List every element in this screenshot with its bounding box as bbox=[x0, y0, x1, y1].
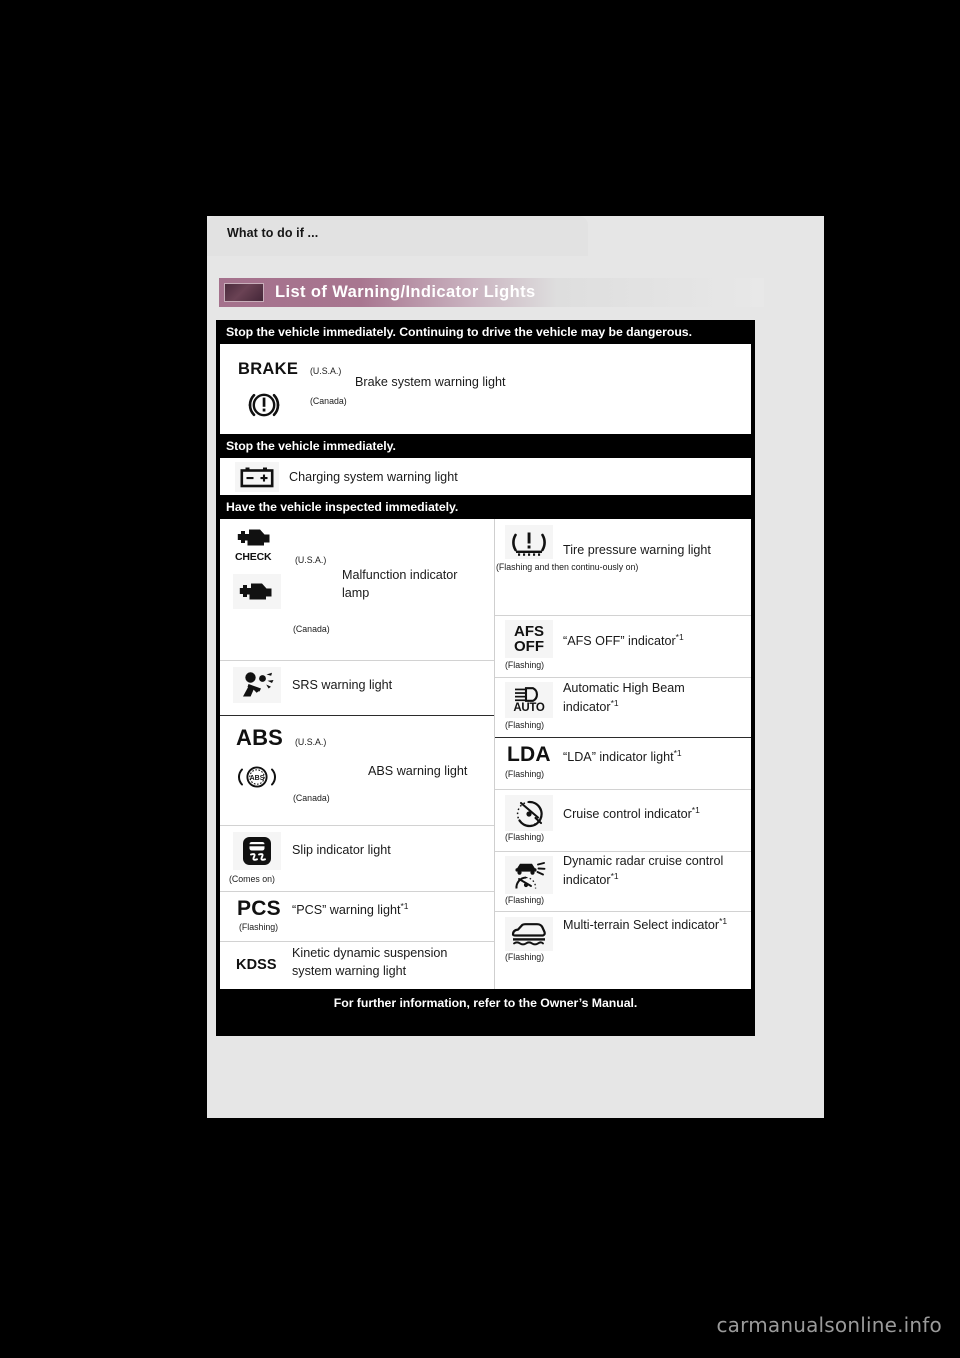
afs-off-icon: AFS OFF bbox=[505, 620, 553, 658]
srs-description: SRS warning light bbox=[292, 678, 393, 692]
kdss-description: Kinetic dynamic suspension system warnin… bbox=[292, 946, 448, 979]
auto-high-beam-icon: AUTO bbox=[505, 682, 553, 718]
pcs-footnote: *1 bbox=[400, 901, 409, 911]
dynamic-radar-cruise-note: (Flashing) bbox=[505, 895, 545, 905]
auto-high-beam-footnote: *1 bbox=[610, 698, 619, 709]
warning-lights-table: Stop the vehicle immediately. Continuing… bbox=[216, 320, 755, 1036]
auto-high-beam-description: Automatic High Beam indicator*1 bbox=[563, 681, 685, 715]
auto-high-beam-note: (Flashing) bbox=[505, 720, 545, 730]
brake-canada-tag: (Canada) bbox=[310, 396, 347, 406]
brake-usa-tag: (U.S.A.) bbox=[310, 366, 342, 376]
charging-row: Charging system warning light bbox=[220, 458, 751, 495]
lda-footnote: *1 bbox=[673, 748, 682, 758]
band-footer: For further information, refer to the Ow… bbox=[333, 996, 638, 1010]
abs-usa-tag: (U.S.A.) bbox=[295, 737, 327, 747]
band-stop: Stop the vehicle immediately. bbox=[226, 439, 396, 453]
check-engine-icon bbox=[236, 525, 274, 551]
afs-off-description: “AFS OFF” indicator*1 bbox=[563, 632, 684, 649]
brake-canada-icon bbox=[246, 388, 282, 422]
band-inspect: Have the vehicle inspected immediately. bbox=[226, 500, 459, 514]
svg-text:ABS: ABS bbox=[250, 775, 265, 782]
battery-icon bbox=[235, 461, 279, 492]
chapter-tab-label: What to do if ... bbox=[227, 226, 319, 240]
tire-pressure-description: Tire pressure warning light bbox=[563, 543, 711, 557]
grid-right-column: (Flashing and then continu-ously on) Tir… bbox=[495, 519, 751, 989]
indicator-grid: CHECK (U.S.A.) (Canada) Malfunction indi… bbox=[220, 519, 751, 989]
tire-pressure-icon bbox=[505, 525, 553, 559]
cruise-control-description: Cruise control indicator*1 bbox=[563, 805, 700, 822]
section-title: List of Warning/Indicator Lights bbox=[275, 283, 536, 301]
brake-row: BRAKE (U.S.A.) (Canada) Brake system war… bbox=[220, 344, 751, 434]
slip-description: Slip indicator light bbox=[292, 843, 391, 857]
manual-page: What to do if ... List of Warning/Indica… bbox=[207, 216, 824, 1118]
slip-note: (Comes on) bbox=[229, 874, 275, 884]
check-engine-icon-text: CHECK bbox=[235, 551, 272, 563]
abs-canada-tag: (Canada) bbox=[293, 793, 330, 803]
dynamic-radar-cruise-footnote: *1 bbox=[610, 871, 619, 882]
abs-description: ABS warning light bbox=[368, 764, 468, 778]
slip-indicator-icon bbox=[233, 832, 281, 870]
cruise-control-footnote: *1 bbox=[691, 805, 700, 815]
dynamic-radar-cruise-icon bbox=[505, 856, 553, 894]
mil-description: Malfunction indicator lamp bbox=[342, 568, 458, 601]
multi-terrain-select-note: (Flashing) bbox=[505, 952, 545, 962]
multi-terrain-select-icon bbox=[505, 917, 553, 951]
pcs-icon-text: PCS bbox=[237, 897, 281, 920]
watermark: carmanualsonline.info bbox=[716, 1313, 942, 1337]
kdss-icon-text: KDSS bbox=[236, 957, 277, 973]
section-header: List of Warning/Indicator Lights bbox=[219, 278, 764, 307]
lda-note: (Flashing) bbox=[505, 769, 545, 779]
check-engine-icon-canada bbox=[233, 574, 281, 609]
multi-terrain-select-description: Multi-terrain Select indicator*1 bbox=[563, 916, 728, 933]
mil-usa-tag: (U.S.A.) bbox=[295, 555, 327, 565]
afs-off-footnote: *1 bbox=[675, 632, 684, 642]
multi-terrain-select-footnote: *1 bbox=[719, 916, 728, 926]
dynamic-radar-cruise-description: Dynamic radar cruise control indicator*1 bbox=[563, 854, 724, 888]
charging-description: Charging system warning light bbox=[289, 469, 458, 484]
abs-icon-text: ABS bbox=[236, 725, 284, 750]
lda-description: “LDA” indicator light*1 bbox=[563, 748, 682, 765]
brake-description: Brake system warning light bbox=[355, 375, 506, 389]
cruise-control-note: (Flashing) bbox=[505, 832, 545, 842]
chapter-tab: What to do if ... bbox=[207, 216, 588, 256]
srs-airbag-icon bbox=[233, 667, 281, 703]
brake-usa-icon: BRAKE bbox=[238, 360, 299, 378]
afs-off-note: (Flashing) bbox=[505, 660, 545, 670]
mil-canada-tag: (Canada) bbox=[293, 624, 330, 634]
pcs-description: “PCS” warning light*1 bbox=[292, 901, 409, 918]
lda-icon-text: LDA bbox=[507, 743, 551, 766]
abs-canada-icon: ABS bbox=[235, 763, 279, 791]
band-danger: Stop the vehicle immediately. Continuing… bbox=[226, 325, 692, 339]
tire-pressure-note: (Flashing and then continu-ously on) bbox=[496, 562, 639, 572]
grid-left-column: CHECK (U.S.A.) (Canada) Malfunction indi… bbox=[220, 519, 495, 989]
section-swatch-icon bbox=[224, 283, 264, 302]
cruise-control-icon bbox=[505, 795, 553, 831]
pcs-note: (Flashing) bbox=[239, 922, 279, 932]
